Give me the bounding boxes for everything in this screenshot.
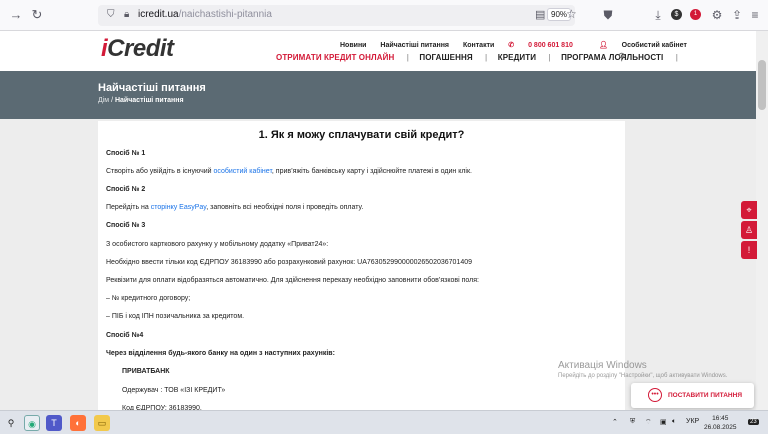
location-icon[interactable]: ⌖ [741,201,757,219]
top-menu: Новини Найчастіші питання Контакти ✆ 0 8… [340,41,711,49]
search-icon[interactable]: ⚲ [618,52,625,63]
address-bar[interactable]: ⛉ 🔒︎ icredit.ua/naichastishi-pitannia ▤ … [98,5,577,26]
notification-badge[interactable]: 23 [748,419,759,425]
nav-faq[interactable]: Найчастіші питання [380,42,449,49]
menu-separator: | [485,53,488,62]
method-3-title: Спосіб № 3 [106,222,146,229]
menu-separator: | [548,53,551,62]
file-explorer-icon[interactable]: ▭ [94,415,110,431]
alert-icon[interactable]: ! [741,241,757,259]
watermark-title: Активація Windows [558,360,647,371]
shield-icon[interactable]: ⛉ [107,9,115,20]
reader-view-icon[interactable]: ▤ [535,8,545,21]
icredit-logo[interactable]: iCredit [101,35,174,63]
bookmark-star-icon[interactable]: ☆ [566,7,577,21]
easypay-link[interactable]: сторінку EasyPay [151,204,207,211]
chat-icon: ••• [648,388,662,402]
extensions-puzzle-icon[interactable]: ⚙ [710,7,724,23]
browser-toolbar: → ↻ ⛉ 🔒︎ icredit.ua/naichastishi-pitanni… [0,0,768,31]
nav-contacts[interactable]: Контакти [463,42,494,49]
method-3-line: – ПІБ і код ІПН позичальника за кредитом… [106,313,245,320]
page-banner: Найчастіші питання Дім / Найчастіші пита… [0,71,756,119]
method-1-title: Спосіб № 1 [106,150,146,157]
bank-name: ПРИВАТБАНК [122,368,170,375]
cabinet-inline-link[interactable]: особистий кабінет [214,168,272,175]
clock[interactable]: 16:45 26.08.2025 [704,414,737,432]
method-4-title: Спосіб №4 [106,332,144,339]
recipient: Одержувач : ТОВ «ІЗІ КРЕДИТ» [122,387,226,394]
windows-activation-watermark: Активація Windows Перейдіть до розділу "… [558,360,743,379]
faq-content: 1. Як я можу сплачувати свій кредит? Спо… [98,121,625,412]
page-title: Найчастіші питання [98,82,206,94]
breadcrumb-current: Найчастіші питання [114,97,184,104]
breadcrumb-home[interactable]: Дім [98,97,109,104]
extension-badge-icon[interactable]: 1 [690,9,701,20]
method-3-line: Реквізити для оплати відобразяться автом… [106,277,479,284]
language-indicator[interactable]: УКР [686,418,699,425]
lock-icon[interactable]: 🔒︎ [124,9,129,20]
teams-icon[interactable]: T [46,415,62,431]
security-icon[interactable]: ⛨ [630,418,635,426]
forward-icon[interactable]: → [8,7,24,23]
user-icon: 👤︎ [598,42,608,49]
menu-icon[interactable]: ≡ [748,7,762,23]
ask-question-button[interactable]: ••• ПОСТАВИТИ ПИТАННЯ [631,383,754,408]
tray-chevron-icon[interactable]: ⌃ [612,418,618,426]
extension-icon[interactable]: $ [671,9,682,20]
method-3-line: З особистого карткового рахунку у мобіль… [106,241,329,248]
method-1-text: Створіть або увійдіть в існуючий особист… [106,168,472,175]
method-3-line: Необхідно ввести тільки код ЄДРПОУ 36183… [106,259,472,266]
scrollbar-thumb[interactable] [758,60,766,110]
chrome-icon[interactable]: ◉ [24,415,40,431]
ask-question-label: ПОСТАВИТИ ПИТАННЯ [668,392,742,399]
pocket-icon[interactable]: ⛊ [601,7,615,23]
method-2-text: Перейдіть на сторінку EasyPay, заповніть… [106,204,364,211]
nav-get-credit[interactable]: ОТРИМАТИ КРЕДИТ ОНЛАЙН [276,53,394,62]
user-icon[interactable]: ♙ [741,221,757,239]
url-text[interactable]: icredit.ua/naichastishi-pitannia [138,9,272,20]
taskbar: ⚲ ◉ T ◐ ▭ ⌃ ⛨ ⌔ ▣ 🔈︎ УКР 16:45 26.08.202… [0,410,768,434]
share-icon[interactable]: ⇪ [730,7,744,23]
wifi-icon[interactable]: ⌔ [645,418,652,427]
network-icon[interactable]: ▣ [660,418,667,426]
watermark-text: Перейдіть до розділу "Настройки", щоб ак… [558,373,728,379]
search-icon[interactable]: ⚲ [3,415,19,431]
nav-news[interactable]: Новини [340,42,366,49]
cabinet-link[interactable]: 👤︎ Особистий кабінет [599,42,699,49]
method-4-line: Через відділення будь-якого банку на оди… [106,350,335,357]
menu-separator: | [406,53,410,62]
reload-icon[interactable]: ↻ [29,7,45,23]
downloads-icon[interactable]: ⤓ [651,7,665,23]
volume-icon[interactable]: 🔈︎ [672,418,676,426]
menu-separator: | [675,53,678,62]
question-title: 1. Як я можу сплачувати свій кредит? [258,129,465,141]
phone-icon: ✆ [508,42,515,49]
phone-link[interactable]: ✆ 0 800 601 810 [508,42,585,49]
breadcrumb-separator: / [111,97,114,104]
method-3-line: – № кредитного договору; [106,295,191,302]
nav-repay[interactable]: ПОГАШЕННЯ [419,53,472,62]
nav-loyalty[interactable]: ПРОГРАМА ЛОЯЛЬНОСТІ [561,53,663,62]
method-2-title: Спосіб № 2 [106,186,146,193]
nav-credits[interactable]: КРЕДИТИ [498,53,536,62]
firefox-icon[interactable]: ◐ [70,415,86,431]
breadcrumb: Дім / Найчастіші питання [98,97,184,104]
site-header: iCredit Новини Найчастіші питання Контак… [0,31,768,71]
